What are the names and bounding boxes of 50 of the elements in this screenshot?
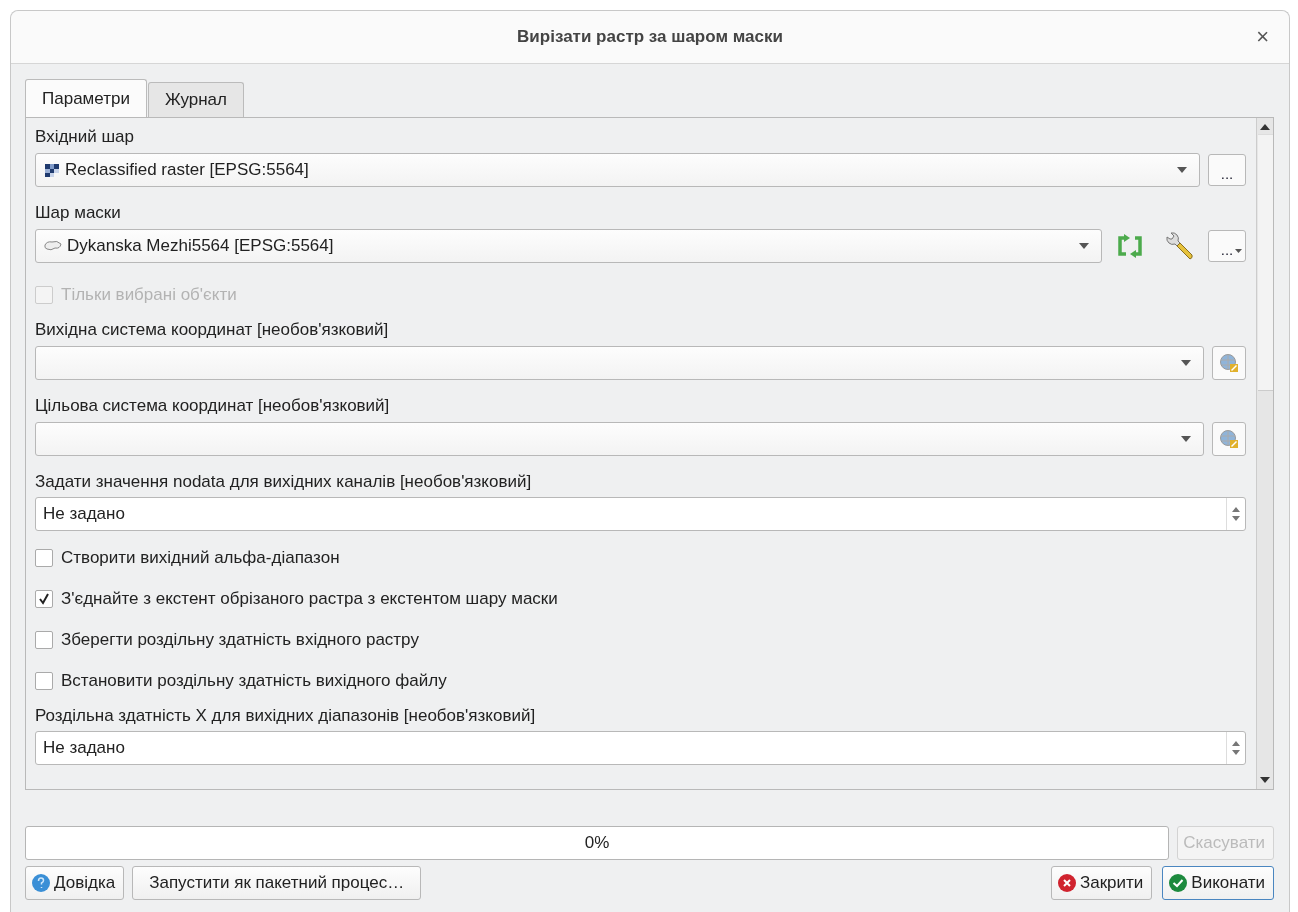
scrollbar[interactable]	[1256, 118, 1273, 789]
crs-select-button[interactable]	[1212, 422, 1246, 456]
dropdown-arrow-icon	[1181, 360, 1191, 366]
checkbox[interactable]: Створити вихідний альфа-діапазон	[35, 537, 1246, 578]
tab[interactable]: Журнал	[147, 82, 244, 117]
iterate-arrows-icon[interactable]	[1116, 234, 1144, 258]
checkbox[interactable]: Зберегти роздільну здатність вхідного растру	[35, 619, 1246, 660]
check-icon	[38, 592, 50, 605]
dropdown-arrow-icon	[1181, 436, 1191, 442]
dropdown-arrow-icon	[1079, 243, 1089, 249]
close-dialog-button[interactable]: Закрити	[1050, 866, 1153, 900]
layer-dropdown[interactable]: Reclassified raster [EPSG:5564]	[35, 153, 1200, 187]
checkbox[interactable]: З'єднайте з екстент обрізаного растра з екстентом шару маски	[35, 578, 1246, 619]
globe-icon	[1219, 353, 1239, 373]
parameter-label: Задати значення nodata для вихідних каналів [необов'язковий]	[35, 471, 533, 493]
globe-icon	[1219, 429, 1239, 449]
cancel-icon	[1056, 873, 1077, 893]
spin-arrows-icon	[1232, 506, 1240, 522]
layer-dropdown[interactable]	[35, 346, 1204, 380]
browse-button[interactable]: ...	[1208, 154, 1246, 186]
dropdown-value: Dykanska Mezhi5564 [EPSG:5564]	[67, 236, 334, 256]
wrench-icon[interactable]	[1164, 231, 1194, 261]
crs-select-button[interactable]	[1212, 346, 1246, 380]
progress-percent: 0%	[584, 833, 610, 853]
parameter-label: Вихідна система координат [необов'язковий]	[35, 319, 390, 341]
help-icon	[31, 873, 51, 893]
parameter-label: Цільова система координат [необов'язковий]	[35, 395, 391, 417]
browse-button[interactable]: ...	[1208, 230, 1246, 262]
window-title: Вирізати растр за шаром маски	[517, 27, 783, 47]
tab[interactable]: Параметри	[25, 79, 147, 117]
spin-box[interactable]: Не задано	[35, 497, 1246, 531]
layer-dropdown[interactable]	[35, 422, 1204, 456]
batch-button[interactable]: Запустити як пакетний процес…	[132, 866, 422, 900]
raster-layer-icon	[43, 161, 61, 179]
parameter-label: Шар маски	[35, 202, 122, 224]
parameter-label: Роздільна здатність X для вихідних діапазонів [необов'язковий]	[35, 705, 537, 727]
run-button[interactable]: Виконати	[1162, 866, 1274, 900]
dropdown-value: Reclassified raster [EPSG:5564]	[65, 160, 309, 180]
scroll-down-icon	[1260, 777, 1270, 783]
spin-box[interactable]: Не задано	[35, 731, 1246, 765]
checkbox[interactable]: Встановити роздільну здатність вихідного файлу	[35, 660, 1246, 701]
close-button[interactable]: ×	[1250, 23, 1275, 51]
parameter-label: Вхідний шар	[35, 126, 135, 148]
help-button[interactable]: Довідка	[25, 866, 125, 900]
spin-arrows-icon	[1232, 740, 1240, 756]
caret-icon	[1235, 249, 1242, 253]
check-circle-icon	[1168, 873, 1189, 893]
dropdown-arrow-icon	[1177, 167, 1187, 173]
scroll-up-icon	[1260, 124, 1270, 130]
layer-dropdown[interactable]: Dykanska Mezhi5564 [EPSG:5564]	[35, 229, 1102, 263]
